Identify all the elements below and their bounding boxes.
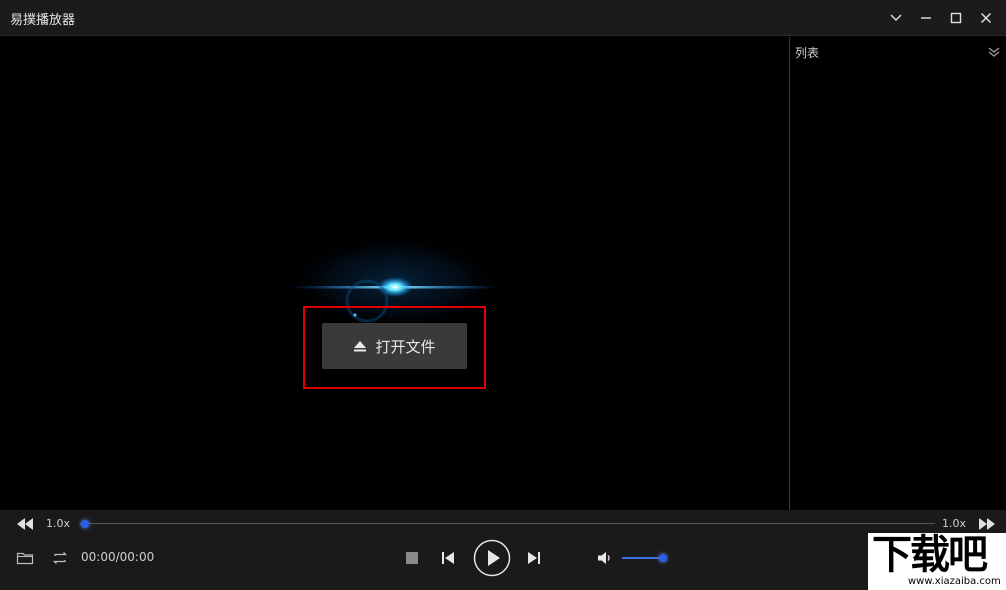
- volume-icon[interactable]: [597, 550, 613, 566]
- playlist-panel: 列表: [789, 37, 1006, 510]
- playlist-title: 列表: [795, 46, 820, 60]
- play-icon[interactable]: [473, 539, 511, 577]
- minimize-icon: [921, 17, 931, 19]
- previous-icon[interactable]: [441, 550, 455, 566]
- stop-icon[interactable]: [405, 551, 419, 565]
- progress-handle[interactable]: [81, 520, 90, 528]
- eject-icon: [354, 341, 367, 352]
- time-display: 00:00/00:00: [81, 550, 155, 564]
- rewind-icon[interactable]: [16, 517, 34, 531]
- watermark-url: www.xiazaiba.com: [908, 576, 1001, 587]
- folder-icon[interactable]: [16, 550, 34, 566]
- watermark-logo-text: 下载吧: [872, 532, 988, 578]
- maximize-button[interactable]: [942, 4, 970, 32]
- app-title: 易撲播放器: [10, 13, 76, 28]
- title-bar: 易撲播放器: [0, 0, 1006, 36]
- double-chevron-down-icon[interactable]: [987, 45, 1001, 59]
- speed-left-label: 1.0x: [46, 517, 71, 530]
- open-file-button[interactable]: 打开文件: [322, 323, 467, 369]
- fast-forward-icon[interactable]: [978, 517, 996, 531]
- close-button[interactable]: [972, 4, 1000, 32]
- video-area[interactable]: 打开文件: [0, 37, 789, 510]
- volume-slider[interactable]: [622, 554, 667, 562]
- collapse-button[interactable]: [882, 4, 910, 32]
- next-icon[interactable]: [527, 550, 541, 566]
- maximize-icon: [950, 12, 962, 24]
- open-file-label: 打开文件: [375, 337, 436, 356]
- chevron-down-icon: [890, 14, 902, 21]
- speed-right-label: 1.0x: [942, 517, 967, 530]
- minimize-button[interactable]: [912, 4, 940, 32]
- volume-handle[interactable]: [658, 554, 667, 562]
- close-icon: [980, 12, 992, 24]
- loop-icon[interactable]: [51, 550, 69, 566]
- control-bar: 1.0x 1.0x 00:00/00:00: [0, 510, 1006, 590]
- progress-bar[interactable]: [80, 520, 935, 528]
- watermark: 下载吧 www.xiazaiba.com: [868, 533, 1006, 590]
